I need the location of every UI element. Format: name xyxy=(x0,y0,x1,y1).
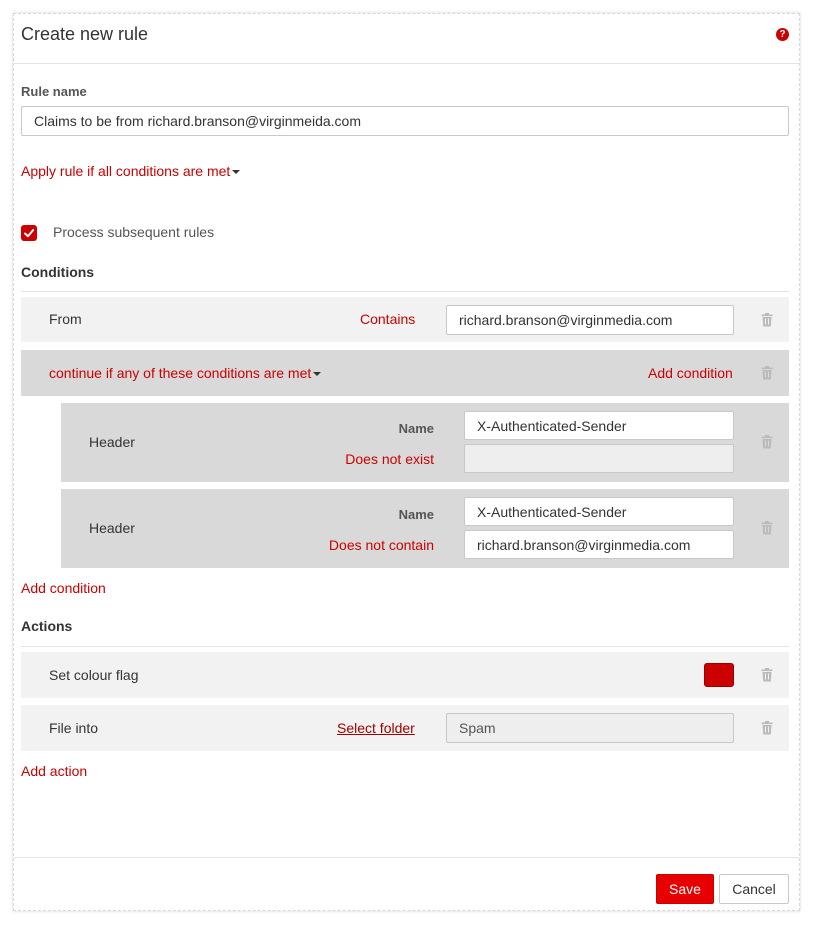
trash-icon[interactable] xyxy=(761,521,773,535)
conditions-divider xyxy=(21,291,789,292)
rule-name-value: Claims to be from richard.branson@virgin… xyxy=(34,113,361,129)
header-value: richard.branson@virginmedia.com xyxy=(477,536,691,553)
apply-rule-label: Apply rule if all conditions are met xyxy=(21,163,231,179)
save-button[interactable]: Save xyxy=(656,874,714,904)
nested-condition-row: Header Name X-Authenticated-Sender Does … xyxy=(61,489,789,568)
header-operator-link[interactable]: Does not contain xyxy=(329,537,434,553)
condition-group-row: continue if any of these conditions are … xyxy=(21,350,789,396)
rule-name-input[interactable]: Claims to be from richard.branson@virgin… xyxy=(21,106,789,136)
folder-input: Spam xyxy=(446,713,734,743)
trash-icon[interactable] xyxy=(761,668,773,682)
header-value-input xyxy=(464,444,734,473)
header-divider xyxy=(14,63,799,64)
header-value-input[interactable]: richard.branson@virginmedia.com xyxy=(464,530,734,559)
trash-icon[interactable] xyxy=(761,721,773,735)
checkmark-icon xyxy=(24,229,35,238)
folder-value: Spam xyxy=(459,720,496,736)
from-field-label: From xyxy=(49,311,82,327)
header-name-input[interactable]: X-Authenticated-Sender xyxy=(464,411,734,440)
trash-icon[interactable] xyxy=(761,313,773,327)
trash-icon[interactable] xyxy=(761,366,773,380)
actions-title: Actions xyxy=(21,618,73,634)
conditions-title: Conditions xyxy=(21,264,95,280)
header-field-label: Header xyxy=(89,434,135,450)
header-name-input[interactable]: X-Authenticated-Sender xyxy=(464,497,734,526)
group-mode-label: continue if any of these conditions are … xyxy=(49,365,312,381)
cancel-button[interactable]: Cancel xyxy=(719,874,789,904)
select-folder-link[interactable]: Select folder xyxy=(337,720,415,736)
process-subsequent-label: Process subsequent rules xyxy=(53,224,215,240)
from-value: richard.branson@virginmedia.com xyxy=(459,312,673,328)
apply-rule-dropdown[interactable]: Apply rule if all conditions are met xyxy=(21,163,241,179)
rule-name-label: Rule name xyxy=(21,84,87,99)
help-icon[interactable]: ? xyxy=(776,28,789,41)
header-name-label: Name xyxy=(398,507,434,522)
colour-flag-swatch[interactable] xyxy=(704,663,734,687)
from-operator-link[interactable]: Contains xyxy=(360,311,415,327)
header-name-value: X-Authenticated-Sender xyxy=(477,503,627,520)
header-operator-link[interactable]: Does not exist xyxy=(345,451,434,467)
trash-icon[interactable] xyxy=(761,435,773,449)
group-add-condition-link[interactable]: Add condition xyxy=(648,365,733,381)
nested-condition-row: Header Name X-Authenticated-Sender Does … xyxy=(61,403,789,482)
set-flag-label: Set colour flag xyxy=(49,667,139,683)
caret-down-icon xyxy=(313,372,322,377)
header-name-label: Name xyxy=(398,421,434,436)
actions-divider xyxy=(21,646,789,647)
action-row-flag: Set colour flag xyxy=(21,652,789,698)
action-row-file-into: File into Select folder Spam xyxy=(21,705,789,751)
dialog-title: Create new rule xyxy=(21,24,149,44)
process-subsequent-checkbox[interactable] xyxy=(21,225,37,241)
condition-row-from: From Contains richard.branson@virginmedi… xyxy=(21,297,789,342)
add-condition-link[interactable]: Add condition xyxy=(21,580,106,596)
footer-divider xyxy=(14,857,799,858)
header-name-value: X-Authenticated-Sender xyxy=(477,417,627,434)
create-rule-dialog: Create new rule ? Rule name Claims to be… xyxy=(13,13,800,911)
group-mode-dropdown[interactable]: continue if any of these conditions are … xyxy=(49,365,322,381)
caret-down-icon xyxy=(232,170,241,175)
from-value-input[interactable]: richard.branson@virginmedia.com xyxy=(446,305,734,335)
header-field-label: Header xyxy=(89,520,135,536)
add-action-link[interactable]: Add action xyxy=(21,763,87,779)
file-into-label: File into xyxy=(49,720,99,736)
